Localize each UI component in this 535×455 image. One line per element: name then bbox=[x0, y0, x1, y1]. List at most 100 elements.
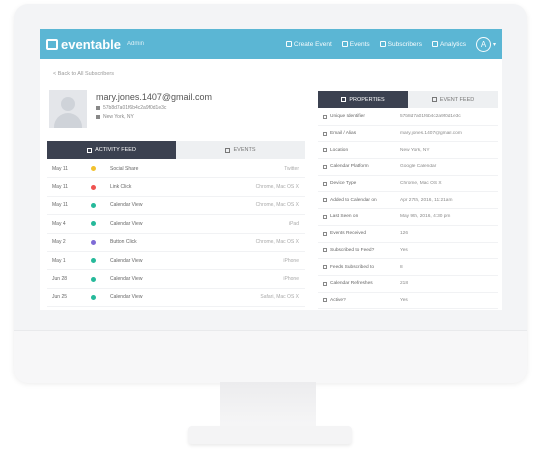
property-key-label: Events Received bbox=[330, 231, 366, 237]
property-value: Google Calendar bbox=[400, 164, 437, 170]
feed-date: May 11 bbox=[52, 165, 69, 172]
property-key-label: Calendar Refreshes bbox=[330, 281, 373, 287]
property-key: Location bbox=[318, 148, 400, 153]
table-row: Unique Identifier 57b8d7a01f6b4c2a9f0d1e3… bbox=[318, 109, 498, 126]
feed-device: iPhone bbox=[283, 276, 299, 283]
feed-device: iPad bbox=[288, 220, 299, 227]
tab-label: PROPERTIES bbox=[349, 96, 385, 103]
nav-label: Create Event bbox=[293, 40, 332, 48]
feed-device: iPhone bbox=[283, 257, 299, 264]
calendar-icon bbox=[225, 147, 231, 153]
feed-device: Chrome, Mac OS X bbox=[255, 202, 299, 209]
property-key-label: Device Type bbox=[330, 181, 357, 187]
property-key-label: Last Seen on bbox=[330, 214, 359, 220]
feed-event: Calendar View bbox=[110, 276, 143, 283]
property-icon bbox=[323, 181, 327, 186]
profile-location-line: New York, NY bbox=[96, 114, 212, 120]
chevron-down-icon: ▾ bbox=[492, 41, 496, 48]
property-value: May 9th, 2016, 4:30 pm bbox=[400, 214, 451, 220]
back-link[interactable]: < Back to All Subscribers bbox=[53, 71, 114, 77]
property-value: 8 bbox=[400, 264, 403, 270]
feed-event: Calendar View bbox=[110, 202, 143, 209]
property-key-label: Email / Alias bbox=[330, 131, 357, 137]
tab-label: EVENTS bbox=[233, 147, 256, 153]
profile-location: New York, NY bbox=[103, 114, 134, 120]
property-value: Yes bbox=[400, 247, 408, 253]
event-type-dot-icon bbox=[91, 184, 96, 190]
list-item[interactable]: May 4 Calendar View iPad bbox=[47, 215, 305, 234]
feed-date: May 11 bbox=[52, 202, 69, 209]
list-item[interactable]: May 11 Social Share Twitter bbox=[47, 160, 305, 179]
table-row: Calendar Refreshes 218 bbox=[318, 276, 498, 293]
activity-feed-list: May 11 Social Share Twitter May 11 Link Clic… bbox=[47, 160, 305, 308]
list-icon bbox=[87, 147, 93, 153]
feed-event: Social Share bbox=[110, 165, 139, 172]
table-row: Added to Calendar on Apr 27th, 2016, 11:2… bbox=[318, 192, 498, 210]
feed-event: Button Click bbox=[110, 239, 137, 246]
nav-analytics[interactable]: Analytics bbox=[431, 41, 466, 48]
subscriber-profile: mary.jones.1407@gmail.com 57b8d7a01f6b4c… bbox=[49, 90, 212, 128]
list-item[interactable]: Jun 25 Calendar View Safari, Mac OS X bbox=[47, 289, 305, 308]
list-item[interactable]: Jun 28 Calendar View iPhone bbox=[47, 270, 305, 289]
property-key: Events Received bbox=[318, 231, 400, 236]
feed-device: Chrome, Mac OS X bbox=[255, 239, 299, 246]
id-icon bbox=[96, 106, 100, 110]
list-item[interactable]: May 2 Button Click Chrome, Mac OS X bbox=[47, 234, 305, 252]
feed-event: Calendar View bbox=[110, 294, 143, 301]
event-type-dot-icon bbox=[91, 202, 96, 208]
property-value: New York, NY bbox=[400, 147, 430, 153]
feed-date: May 4 bbox=[52, 220, 66, 227]
properties-table: Unique Identifier 57b8d7a01f6b4c2a9f0d1e3… bbox=[318, 109, 498, 310]
tab-events[interactable]: EVENTS bbox=[176, 141, 305, 159]
event-type-dot-icon bbox=[91, 221, 96, 227]
nav-create-event[interactable]: Create Event bbox=[285, 40, 332, 48]
list-item[interactable]: May 1 Calendar View iPhone bbox=[47, 252, 305, 271]
property-key-label: Active? bbox=[330, 297, 346, 303]
users-icon bbox=[379, 41, 386, 47]
calendar-icon bbox=[341, 41, 348, 47]
property-key: Last Seen on bbox=[318, 214, 400, 219]
tab-label: EVENT FEED bbox=[439, 96, 475, 103]
table-row: Active? Yes bbox=[318, 293, 498, 310]
profile-photo-placeholder bbox=[49, 90, 87, 128]
property-key: Email / Alias bbox=[318, 131, 400, 136]
feed-event: Link Click bbox=[110, 184, 132, 191]
feed-device: Twitter bbox=[284, 165, 299, 172]
feed-date: Jun 28 bbox=[52, 276, 68, 283]
feed-device: Safari, Mac OS X bbox=[260, 294, 299, 301]
account-menu[interactable]: A ▾ bbox=[475, 36, 496, 52]
table-row: Events Received 126 bbox=[318, 226, 498, 243]
property-key-label: Location bbox=[330, 147, 349, 153]
brand-logo[interactable]: eventable Admin bbox=[46, 37, 144, 52]
left-tabs: ACTIVITY FEED EVENTS bbox=[47, 141, 305, 159]
property-key: Subscribed to Feed? bbox=[318, 248, 400, 253]
property-icon bbox=[323, 248, 327, 253]
table-row: Subscribed to Feed? Yes bbox=[318, 243, 498, 260]
property-key-label: Calendar Platform bbox=[330, 164, 369, 170]
profile-id-line: 57b8d7a01f6b4c2a9f0d1e3c bbox=[96, 105, 212, 111]
tab-label: ACTIVITY FEED bbox=[95, 147, 136, 153]
tab-activity-feed[interactable]: ACTIVITY FEED bbox=[47, 141, 176, 159]
property-icon bbox=[323, 214, 327, 219]
property-value: Chrome, Mac OS X bbox=[400, 181, 442, 187]
list-item[interactable]: May 11 Link Click Chrome, Mac OS X bbox=[47, 178, 305, 197]
feed-date: May 2 bbox=[52, 239, 66, 246]
location-icon bbox=[96, 115, 100, 119]
table-row: Last Seen on May 9th, 2016, 4:30 pm bbox=[318, 209, 498, 226]
property-key-label: Subscribed to Feed? bbox=[330, 247, 375, 253]
property-key: Feeds Subscribed to bbox=[318, 265, 400, 270]
tab-event-feed[interactable]: EVENT FEED bbox=[408, 91, 498, 108]
event-type-dot-icon bbox=[91, 239, 96, 245]
profile-email: mary.jones.1407@gmail.com bbox=[96, 92, 213, 102]
list-item[interactable]: May 11 Calendar View Chrome, Mac OS X bbox=[47, 197, 305, 216]
nav-label: Subscribers bbox=[387, 40, 422, 48]
nav-subscribers[interactable]: Subscribers bbox=[379, 40, 422, 48]
tab-properties[interactable]: PROPERTIES bbox=[318, 91, 408, 108]
list-icon bbox=[431, 97, 437, 102]
property-value: 218 bbox=[400, 281, 409, 287]
nav-events[interactable]: Events bbox=[341, 41, 370, 48]
property-icon bbox=[323, 148, 327, 153]
feed-date: May 11 bbox=[52, 184, 69, 191]
property-value: mary.jones.1407@gmail.com bbox=[400, 131, 462, 137]
profile-id: 57b8d7a01f6b4c2a9f0d1e3c bbox=[103, 105, 167, 111]
